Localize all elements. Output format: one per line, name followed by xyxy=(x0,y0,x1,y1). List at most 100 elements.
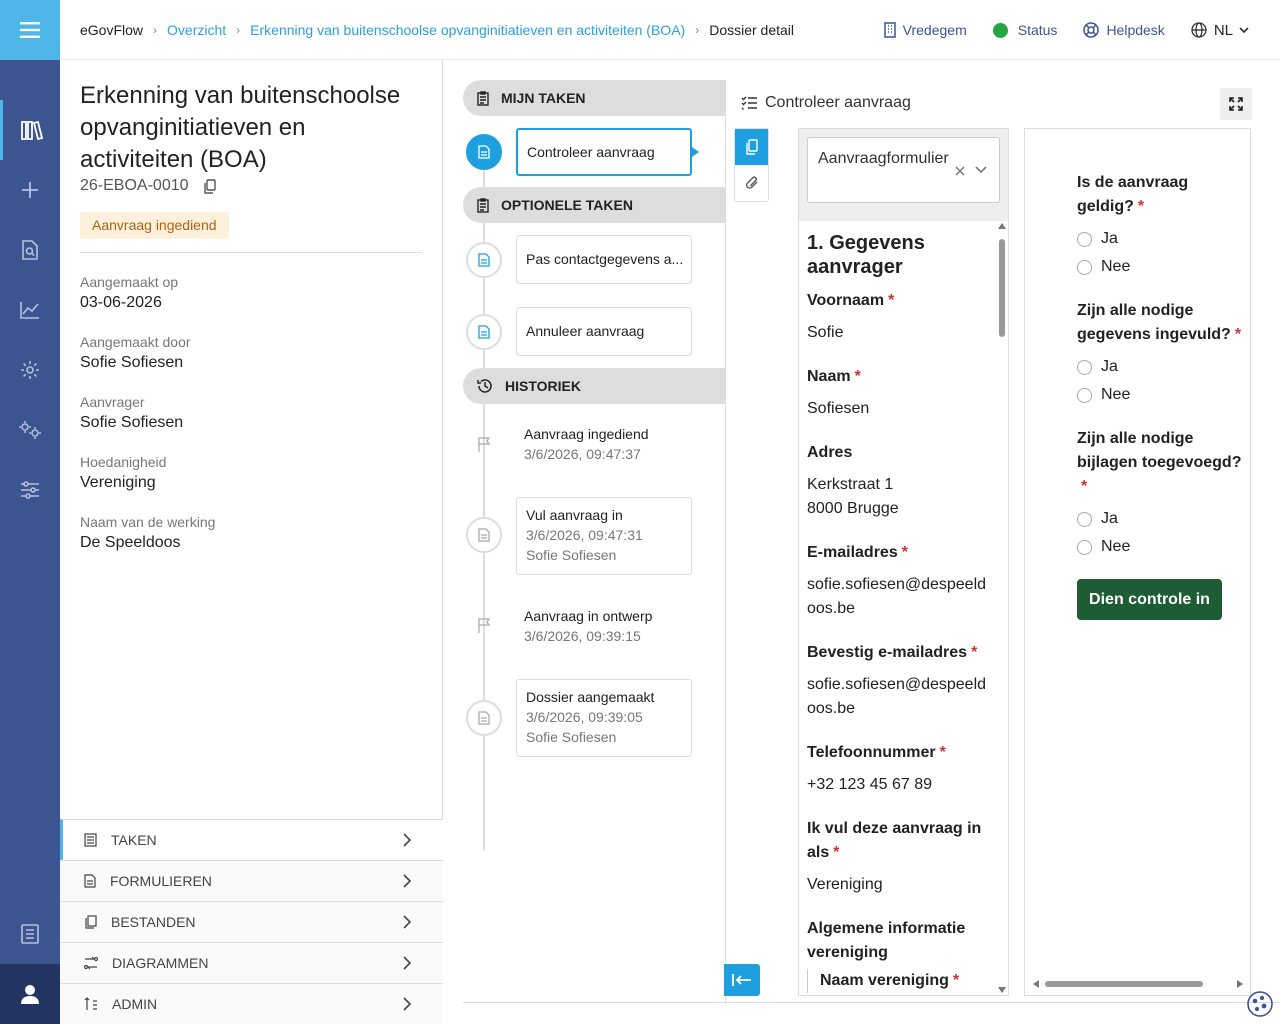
radio-valid-nee[interactable]: Nee xyxy=(1077,258,1130,276)
horizontal-scroll-thumb[interactable] xyxy=(1045,981,1203,987)
radio-button[interactable] xyxy=(1077,259,1092,275)
section-label: MIJN TAKEN xyxy=(501,90,586,106)
collapse-panel-button[interactable] xyxy=(724,964,760,996)
menu-button[interactable] xyxy=(0,0,60,60)
task-label: Pas contactgegevens a... xyxy=(526,251,684,267)
checklist-icon xyxy=(741,96,757,110)
nav-formulieren[interactable]: FORMULIEREN xyxy=(60,860,443,901)
task-card-annuleer[interactable]: Annuleer aanvraag xyxy=(516,307,692,356)
cookie-settings-icon[interactable] xyxy=(1245,989,1275,1019)
nav-diagrammen[interactable]: DIAGRAMMEN xyxy=(60,942,443,983)
document-icon xyxy=(478,711,490,725)
dossier-code-text: 26-EBOA-0010 xyxy=(80,177,189,194)
clipboard-icon xyxy=(477,197,489,213)
history-time: 3/6/2026, 09:39:15 xyxy=(524,628,641,644)
radio-data-ja[interactable]: Ja xyxy=(1077,358,1118,376)
meta-organisation-name: Naam van de werking De Speeldoos xyxy=(80,514,215,552)
form-viewer-header: Aanvraagformulier xyxy=(799,129,1008,221)
tab-attachments[interactable] xyxy=(735,165,768,201)
language-label: NL xyxy=(1213,21,1233,39)
radio-button[interactable] xyxy=(1077,511,1092,527)
field-value: sofie.sofiesen@despeeldoos.be xyxy=(807,576,987,617)
meta-value: Sofie Sofiesen xyxy=(80,414,184,431)
task-card-contactgegevens[interactable]: Pas contactgegevens a... xyxy=(516,235,692,284)
nav-bestanden[interactable]: BESTANDEN xyxy=(60,901,443,942)
radio-button[interactable] xyxy=(1077,387,1092,403)
breadcrumb: eGovFlow › Overzicht › Erkenning van bui… xyxy=(80,22,794,38)
meta-label: Naam van de werking xyxy=(80,514,216,530)
nav-label: DIAGRAMMEN xyxy=(112,955,209,971)
rail-statistics[interactable] xyxy=(0,280,60,340)
radio-data-nee[interactable]: Nee xyxy=(1077,386,1130,404)
copy-icon[interactable] xyxy=(203,178,216,194)
required-marker: * xyxy=(971,644,978,661)
dossier-title: Erkenning van buitenschoolse opvanginiti… xyxy=(80,82,401,173)
user-menu[interactable] xyxy=(0,964,60,1024)
app-name[interactable]: eGovFlow xyxy=(80,22,143,38)
field-value: +32 123 45 67 89 xyxy=(807,776,933,793)
history-card[interactable]: Vul aanvraag in 3/6/2026, 09:47:31 Sofie… xyxy=(516,497,692,575)
task-card-controleer[interactable]: Controleer aanvraag xyxy=(516,128,692,176)
field-value-line2: 8000 Brugge xyxy=(807,500,899,517)
field-algemene-info: Algemene informatie vereniging xyxy=(807,917,987,965)
divider xyxy=(463,1002,1280,1003)
library-icon xyxy=(20,120,43,140)
form-scrollbar[interactable] xyxy=(998,223,1006,993)
meta-created-on: Aangemaakt op 03-06-2026 xyxy=(80,274,178,312)
rail-settings[interactable] xyxy=(0,340,60,400)
gears-icon xyxy=(19,421,41,439)
radio-button[interactable] xyxy=(1077,539,1092,555)
chevron-right-icon xyxy=(403,915,411,929)
history-title: Aanvraag ingediend xyxy=(524,426,649,442)
sliders-icon xyxy=(21,481,39,499)
field-label: Bevestig e-mailadres xyxy=(807,644,968,661)
radio-attachments-ja[interactable]: Ja xyxy=(1077,510,1118,528)
task-panel-header: Controleer aanvraag xyxy=(741,94,911,112)
breadcrumb-process[interactable]: Erkenning van buitenschoolse opvanginiti… xyxy=(250,22,685,38)
required-marker: * xyxy=(833,844,840,861)
rail-dossiers[interactable] xyxy=(0,100,60,160)
timeline-node xyxy=(466,700,502,736)
history-title: Aanvraag in ontwerp xyxy=(524,608,653,624)
submit-control-button[interactable]: Dien controle in xyxy=(1077,579,1222,620)
tab-form[interactable] xyxy=(735,129,768,165)
nav-admin[interactable]: ADMIN xyxy=(60,983,443,1024)
expand-button[interactable] xyxy=(1220,88,1252,120)
rail-docs[interactable] xyxy=(0,904,60,964)
history-item: Aanvraag ingediend 3/6/2026, 09:47:37 xyxy=(524,426,649,462)
dossier-code: 26-EBOA-0010 xyxy=(80,177,216,195)
radio-button[interactable] xyxy=(1077,231,1092,247)
breadcrumb-separator: › xyxy=(695,22,700,37)
helpdesk-link[interactable]: Helpdesk xyxy=(1083,22,1165,38)
rail-new[interactable] xyxy=(0,160,60,220)
clear-icon[interactable] xyxy=(955,166,965,176)
question-label: Zijn alle nodige bijlagen toegevoegd? xyxy=(1077,430,1242,471)
horizontal-scrollbar[interactable] xyxy=(1033,979,1243,989)
timeline-node xyxy=(466,314,502,350)
form-select[interactable]: Aanvraagformulier xyxy=(807,137,1000,203)
rail-filters[interactable] xyxy=(0,460,60,520)
history-time: 3/6/2026, 09:39:05 xyxy=(526,709,643,725)
diagram-icon xyxy=(84,956,98,970)
language-selector[interactable]: NL xyxy=(1191,22,1256,39)
chevron-right-icon xyxy=(403,997,411,1011)
task-panel: Controleer aanvraag Aanvraagformulier 1.… xyxy=(725,80,1262,1004)
meta-capacity: Hoedanigheid Vereniging xyxy=(80,454,166,492)
field-voornaam: Voornaam * Sofie xyxy=(807,289,987,345)
radio-valid-ja[interactable]: Ja xyxy=(1077,230,1118,248)
status-link[interactable]: Status xyxy=(992,22,1057,38)
breadcrumb-overview[interactable]: Overzicht xyxy=(167,22,226,38)
helpdesk-label: Helpdesk xyxy=(1106,22,1165,38)
radio-attachments-nee[interactable]: Nee xyxy=(1077,538,1130,556)
meta-created-by: Aangemaakt door Sofie Sofiesen xyxy=(80,334,191,372)
rail-advanced-settings[interactable] xyxy=(0,400,60,460)
form-scroll-thumb[interactable] xyxy=(999,239,1005,337)
expand-icon xyxy=(1229,97,1243,111)
rail-search[interactable] xyxy=(0,220,60,280)
nav-taken[interactable]: TAKEN xyxy=(60,819,443,860)
radio-button[interactable] xyxy=(1077,359,1092,375)
history-card[interactable]: Dossier aangemaakt 3/6/2026, 09:39:05 So… xyxy=(516,679,692,757)
document-icon xyxy=(478,528,490,542)
organisation-link[interactable]: Vredegem xyxy=(883,22,967,38)
section-label: HISTORIEK xyxy=(505,378,581,394)
